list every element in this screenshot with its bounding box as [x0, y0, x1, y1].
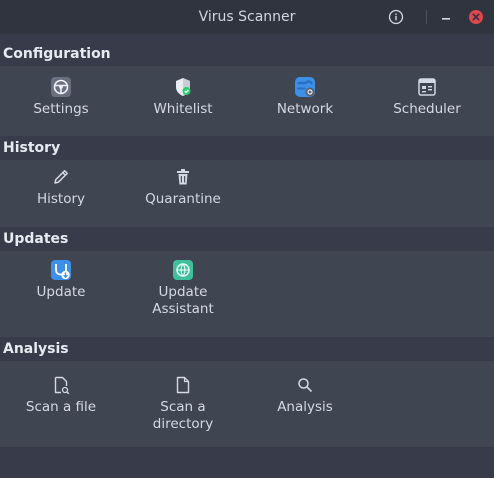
update-assistant-icon [172, 259, 194, 281]
section-analysis: Analysis Scan a file Scan a directory An… [0, 337, 494, 447]
section-body-analysis: Scan a file Scan a directory Analysis [0, 361, 494, 447]
section-header-analysis: Analysis [0, 337, 494, 361]
update-button[interactable]: Update [0, 251, 122, 337]
section-header-updates: Updates [0, 227, 494, 251]
settings-button[interactable]: Settings [0, 66, 122, 136]
section-body-configuration: Settings Whitelist Network Scheduler [0, 66, 494, 136]
minimize-button[interactable] [438, 9, 454, 25]
file-scan-icon [50, 374, 72, 396]
pencil-icon [50, 166, 72, 188]
virus-scanner-window: Virus Scanner Configuration Settings Whi… [0, 0, 494, 478]
quarantine-label: Quarantine [145, 191, 221, 207]
analysis-label: Analysis [277, 399, 333, 415]
info-circle-icon [388, 9, 404, 25]
document-icon [172, 374, 194, 396]
minimize-icon [442, 18, 450, 20]
magnifier-icon [294, 374, 316, 396]
section-body-history: History Quarantine [0, 160, 494, 227]
shield-check-icon [172, 76, 194, 98]
update-download-icon [50, 259, 72, 281]
scan-directory-label: Scan a directory [152, 399, 214, 432]
section-history: History History Quarantine [0, 136, 494, 227]
globe-network-icon [294, 76, 316, 98]
titlebar[interactable]: Virus Scanner [0, 0, 494, 34]
scan-file-label: Scan a file [25, 399, 97, 415]
history-label: History [36, 191, 86, 207]
info-button[interactable] [388, 9, 404, 25]
network-label: Network [276, 101, 334, 117]
main-content: Configuration Settings Whitelist Network… [0, 42, 494, 447]
close-icon [469, 10, 483, 24]
section-configuration: Configuration Settings Whitelist Network… [0, 42, 494, 136]
whitelist-label: Whitelist [153, 101, 213, 117]
scan-file-button[interactable]: Scan a file [0, 361, 122, 447]
titlebar-separator [426, 10, 427, 24]
network-button[interactable]: Network [244, 66, 366, 136]
window-title: Virus Scanner [198, 9, 296, 25]
history-button[interactable]: History [0, 160, 122, 227]
section-header-history: History [0, 136, 494, 160]
settings-label: Settings [33, 101, 89, 117]
section-header-configuration: Configuration [0, 42, 494, 66]
close-button[interactable] [468, 9, 484, 25]
calendar-icon [416, 76, 438, 98]
trash-icon [172, 166, 194, 188]
update-assistant-label: Update Assistant [152, 284, 214, 317]
section-body-updates: Update Update Assistant [0, 251, 494, 337]
whitelist-button[interactable]: Whitelist [122, 66, 244, 136]
update-assistant-button[interactable]: Update Assistant [122, 251, 244, 337]
scan-directory-button[interactable]: Scan a directory [122, 361, 244, 447]
update-label: Update [36, 284, 86, 300]
steering-wheel-icon [50, 76, 72, 98]
section-updates: Updates Update Update Assistant [0, 227, 494, 337]
scheduler-button[interactable]: Scheduler [366, 66, 488, 136]
quarantine-button[interactable]: Quarantine [122, 160, 244, 227]
analysis-button[interactable]: Analysis [244, 361, 366, 447]
scheduler-label: Scheduler [393, 101, 461, 117]
